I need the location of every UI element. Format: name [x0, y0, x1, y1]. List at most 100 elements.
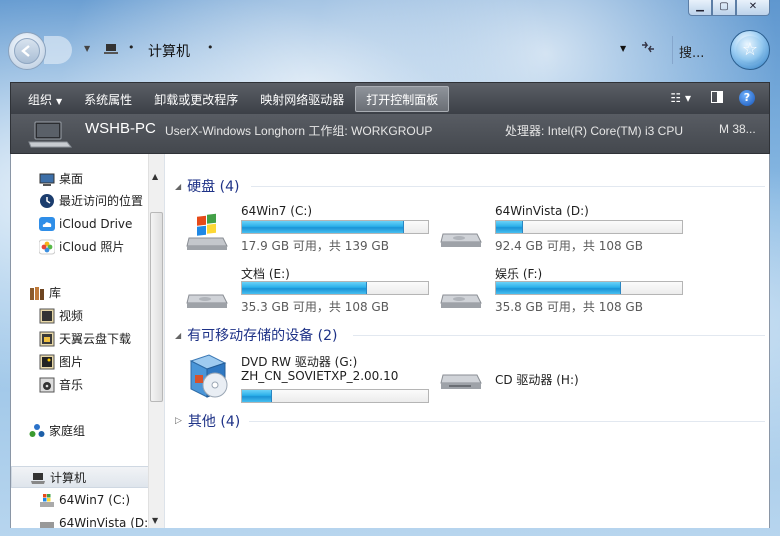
windows-drive-icon	[185, 212, 231, 252]
drive-name: 64Win7 (C:)	[241, 204, 313, 218]
drive-f[interactable]: 娱乐 (F:) 35.8 GB 可用，共 108 GB	[439, 265, 689, 317]
drive-usage-bar	[241, 281, 429, 295]
memory-info: M 38...	[719, 122, 756, 136]
uninstall-program-button[interactable]: 卸载或更改程序	[143, 86, 249, 112]
disc-label: ZH_CN_SOVIETXP_2.00.10	[241, 369, 399, 383]
nav-item-recent-places[interactable]: 最近访问的位置	[11, 190, 149, 212]
drive-e[interactable]: 文档 (E:) 35.3 GB 可用，共 108 GB	[185, 265, 435, 317]
laptop-icon	[27, 120, 73, 150]
nav-item-icloud-photos[interactable]: iCloud 照片	[11, 236, 149, 258]
close-button[interactable]: ✕	[736, 0, 770, 16]
divider	[249, 421, 765, 422]
maximize-button[interactable]: ▢	[712, 0, 736, 16]
hard-drive-icon	[439, 273, 485, 313]
address-dropdown[interactable]: ▼	[620, 44, 626, 53]
collapse-triangle-icon[interactable]: ◢	[175, 182, 181, 191]
nav-item-label: 64Win7 (C:)	[59, 493, 131, 507]
back-arrow-icon	[14, 38, 40, 64]
organize-menu[interactable]: 组织 ▼	[17, 86, 73, 112]
minimize-button[interactable]: ▁	[688, 0, 712, 16]
drive-d[interactable]: 64WinVista (D:) 92.4 GB 可用，共 108 GB	[439, 204, 689, 256]
group-header-hard-disks[interactable]: ◢ 硬盘 (4)	[175, 176, 239, 196]
drive-usage-bar	[241, 389, 429, 403]
command-bar: 组织 ▼ 系统属性 卸载或更改程序 映射网络驱动器 打开控制面板 ☷ ▾ ?	[10, 82, 770, 114]
hard-drive-icon	[439, 212, 485, 252]
scroll-down-icon[interactable]: ▼	[152, 516, 158, 525]
windows-drive-icon	[39, 492, 55, 508]
nav-item-drive-d[interactable]: 64WinVista (D:)	[11, 512, 153, 528]
map-network-drive-button[interactable]: 映射网络驱动器	[249, 86, 355, 112]
forward-button[interactable]	[44, 36, 72, 64]
preview-pane-icon[interactable]	[711, 90, 723, 106]
search-input[interactable]: 搜...	[672, 36, 724, 64]
homegroup-icon	[29, 423, 45, 439]
drive-free-space: 35.8 GB 可用，共 108 GB	[495, 300, 643, 314]
refresh-icon[interactable]	[640, 40, 656, 58]
drive-usage-fill	[242, 282, 367, 294]
computer-icon	[30, 470, 46, 486]
nav-item-homegroup[interactable]: 家庭组	[11, 420, 149, 442]
nav-item-icloud-drive[interactable]: iCloud Drive	[11, 213, 149, 235]
nav-item-label: 最近访问的位置	[59, 194, 144, 208]
nav-item-music[interactable]: 音乐	[11, 374, 149, 396]
nav-item-libraries[interactable]: 库	[11, 282, 149, 304]
expand-triangle-icon[interactable]: ▷	[175, 416, 182, 426]
nav-item-label: iCloud 照片	[59, 240, 125, 254]
nav-item-label: iCloud Drive	[59, 217, 133, 231]
group-header-removable[interactable]: ◢ 有可移动存储的设备 (2)	[175, 325, 337, 345]
system-properties-button[interactable]: 系统属性	[73, 86, 143, 112]
drive-usage-bar	[241, 220, 429, 234]
help-icon[interactable]: ?	[739, 90, 755, 106]
view-options-icon[interactable]: ☷ ▾	[670, 91, 691, 105]
video-icon	[39, 308, 55, 324]
recent-pages-dropdown[interactable]: ▼	[84, 44, 90, 53]
drive-usage-fill	[496, 221, 523, 233]
desktop-icon	[39, 171, 55, 187]
drive-g-dvd[interactable]: DVD RW 驱动器 (G:) ZH_CN_SOVIETXP_2.00.10	[185, 353, 435, 405]
chevron-down-icon: ▼	[56, 96, 63, 106]
scroll-up-icon[interactable]: ▲	[152, 172, 158, 181]
back-button[interactable]	[8, 32, 46, 70]
nav-item-tianyi-download[interactable]: 天翼云盘下载	[11, 328, 149, 350]
divider	[251, 186, 765, 187]
navigation-pane: 桌面 最近访问的位置 iCloud Drive iCloud 照片 库 视频 天…	[10, 154, 164, 528]
drive-name: DVD RW 驱动器 (G:)	[241, 355, 358, 369]
collapse-triangle-icon[interactable]: ◢	[175, 331, 181, 340]
nav-item-label: 计算机	[50, 471, 87, 485]
drive-c[interactable]: 64Win7 (C:) 17.9 GB 可用，共 139 GB	[185, 204, 435, 256]
address-path[interactable]: 计算机	[148, 41, 190, 61]
group-header-other[interactable]: ▷ 其他 (4)	[175, 411, 240, 431]
drive-h-cd[interactable]: CD 驱动器 (H:)	[439, 353, 689, 405]
scrollbar-thumb[interactable]	[150, 212, 163, 402]
star-icon: ☆	[736, 36, 764, 64]
nav-item-label: 音乐	[59, 378, 84, 392]
group-title: 其他 (4)	[187, 414, 241, 430]
open-control-panel-button[interactable]: 打开控制面板	[355, 85, 450, 112]
nav-item-computer[interactable]: 计算机	[11, 466, 149, 488]
drive-name: 文档 (E:)	[241, 267, 290, 281]
divider	[353, 335, 765, 336]
nav-item-drive-c[interactable]: 64Win7 (C:)	[11, 489, 149, 511]
nav-item-desktop[interactable]: 桌面	[11, 168, 149, 190]
drive-usage-fill	[242, 390, 272, 402]
recent-places-icon	[39, 193, 55, 209]
favorites-button[interactable]: ☆	[730, 30, 770, 70]
breadcrumb-separator-icon[interactable]: •	[207, 41, 214, 54]
icloud-icon	[39, 216, 55, 232]
breadcrumb-separator-icon[interactable]: •	[128, 41, 135, 54]
drive-free-space: 35.3 GB 可用，共 108 GB	[241, 300, 389, 314]
drive-usage-fill	[242, 221, 404, 233]
nav-item-label: 桌面	[59, 172, 84, 186]
drive-free-space: 17.9 GB 可用，共 139 GB	[241, 239, 389, 253]
drive-usage-fill	[496, 282, 621, 294]
processor-info: 处理器: Intel(R) Core(TM) i3 CPU	[505, 124, 684, 138]
nav-item-videos[interactable]: 视频	[11, 305, 149, 327]
nav-item-pictures[interactable]: 图片	[11, 351, 149, 373]
nav-item-label: 图片	[59, 355, 84, 369]
group-title: 有可移动存储的设备 (2)	[187, 328, 338, 344]
download-folder-icon	[39, 331, 55, 347]
navigation-scrollbar[interactable]: ▲ ▼	[148, 154, 164, 528]
nav-item-label: 视频	[59, 309, 84, 323]
library-icon	[29, 285, 45, 301]
music-icon	[39, 377, 55, 393]
